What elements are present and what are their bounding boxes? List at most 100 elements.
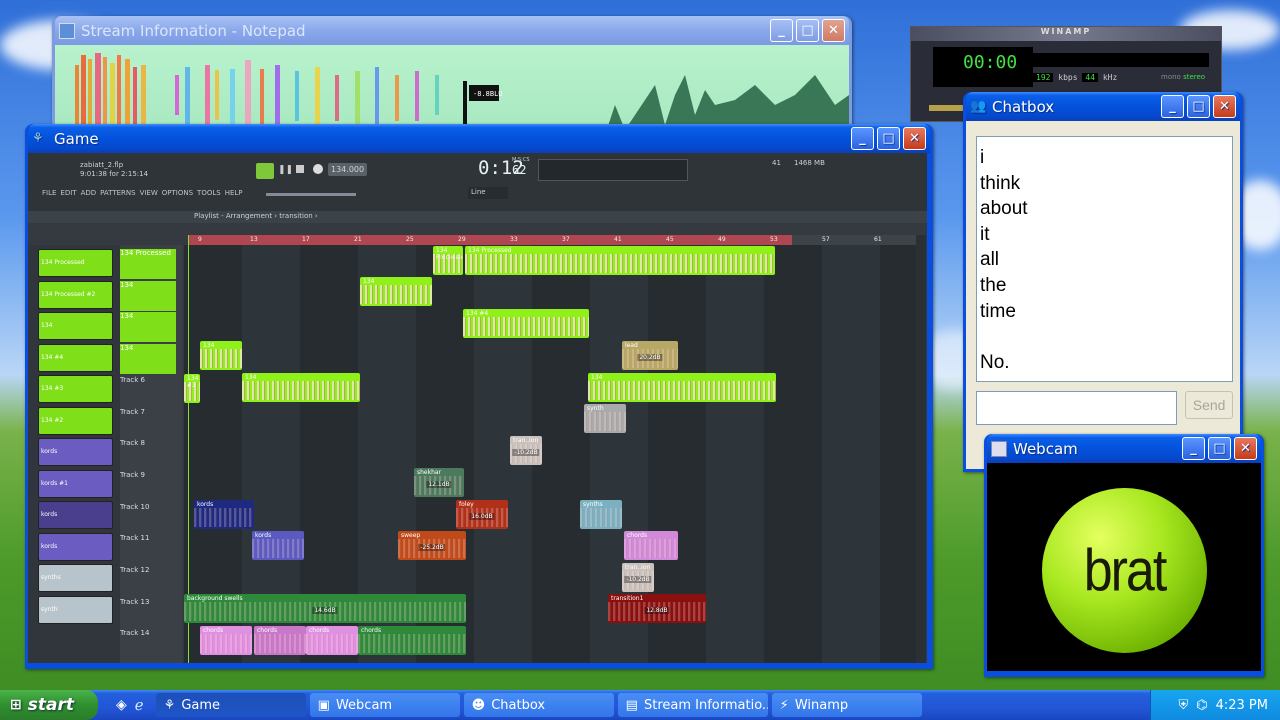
taskbar-button-chatbox[interactable]: ☻ Chatbox <box>463 693 614 717</box>
playlist-clip[interactable]: synth <box>584 404 626 433</box>
start-button[interactable]: ⊞ start <box>0 690 98 720</box>
record-icon[interactable] <box>313 164 323 174</box>
close-button[interactable]: ✕ <box>903 127 926 150</box>
menu-options[interactable]: OPTIONS <box>162 189 193 197</box>
channel-button[interactable]: synth <box>38 595 113 624</box>
playlist-clip[interactable]: transition1 12.8dB <box>608 594 706 623</box>
channel-button[interactable]: kords #1 <box>38 469 113 498</box>
winamp-titlebar[interactable]: WINAMP <box>911 27 1221 41</box>
channel-button[interactable]: 134 #2 <box>38 406 113 435</box>
notepad-titlebar[interactable]: Stream Information - Notepad _ □ ✕ <box>55 16 849 45</box>
minimize-button[interactable]: _ <box>1161 95 1184 118</box>
master-volume-slider[interactable] <box>266 193 356 196</box>
chat-input[interactable] <box>976 391 1178 425</box>
menu-patterns[interactable]: PATTERNS <box>100 189 135 197</box>
track-name[interactable]: Track 8 <box>120 439 180 447</box>
playlist-clip[interactable]: 134 <box>588 373 776 402</box>
channel-button[interactable]: 134 #3 <box>38 375 113 403</box>
channel-button[interactable]: kords <box>38 532 113 561</box>
playlist-clip[interactable]: 134 <box>242 373 360 402</box>
channel-button[interactable]: 134 <box>38 312 113 340</box>
close-button[interactable]: ✕ <box>822 19 845 42</box>
menu-view[interactable]: VIEW <box>140 189 158 197</box>
quicklaunch-desktop-icon[interactable]: ◈ <box>116 697 127 713</box>
snap-select[interactable]: Line <box>468 187 508 199</box>
track-name[interactable]: Track 6 <box>120 376 180 384</box>
quicklaunch-ie-icon[interactable]: ℯ <box>135 696 144 714</box>
menu-file[interactable]: FILE <box>42 189 56 197</box>
minimize-button[interactable]: _ <box>770 19 793 42</box>
playlist-clip[interactable]: 134 #3 <box>184 374 200 403</box>
track-name[interactable]: 134 <box>120 312 176 343</box>
playlist-clip[interactable]: sweep -25.2dB <box>398 531 466 560</box>
channel-button[interactable]: kords <box>38 501 113 529</box>
track-name[interactable]: 134 <box>120 280 176 311</box>
track-name[interactable]: Track 7 <box>120 408 180 416</box>
send-button[interactable]: Send <box>1185 391 1233 419</box>
playlist-clip[interactable]: kords <box>194 500 254 529</box>
vertical-scrollbar[interactable] <box>916 235 926 663</box>
maximize-button[interactable]: □ <box>796 19 819 42</box>
menu-help[interactable]: HELP <box>225 189 243 197</box>
tempo-display[interactable]: 134.000 <box>328 163 368 176</box>
playlist-clip[interactable]: foley 16.0dB <box>456 500 508 529</box>
maximize-button[interactable]: □ <box>1187 95 1210 118</box>
play-button[interactable] <box>256 163 274 179</box>
playlist-clip[interactable]: 134 <box>360 277 432 306</box>
playlist-clip[interactable]: chords <box>624 531 678 560</box>
track-name[interactable]: Track 12 <box>120 566 180 574</box>
pause-icon[interactable]: ❚❚ <box>278 165 293 175</box>
playlist-clip[interactable]: 134 <box>200 341 242 370</box>
minimize-button[interactable]: _ <box>1182 437 1205 460</box>
track-name[interactable]: Track 11 <box>120 534 180 542</box>
channel-button[interactable]: 134 #4 <box>38 343 113 372</box>
track-name[interactable]: 134 Processed <box>120 249 176 279</box>
playlist-clip[interactable]: chords <box>200 626 252 655</box>
channel-button[interactable]: synths <box>38 564 113 592</box>
track-name[interactable]: Track 9 <box>120 471 180 479</box>
game-titlebar[interactable]: ⚘ Game _ □ ✕ <box>28 124 930 153</box>
webcam-titlebar[interactable]: Webcam _ □ ✕ <box>987 434 1261 463</box>
minimize-button[interactable]: _ <box>851 127 874 150</box>
taskbar-button-webcam[interactable]: ▣ Webcam <box>309 693 460 717</box>
channel-button[interactable]: 134 Processed <box>38 249 113 277</box>
game-window[interactable]: ⚘ Game _ □ ✕ zabiatt_2.flp 9:01:38 for 2… <box>25 124 933 669</box>
webcam-window[interactable]: Webcam _ □ ✕ brat <box>984 434 1264 677</box>
track-name[interactable]: Track 13 <box>120 598 180 606</box>
close-button[interactable]: ✕ <box>1234 437 1257 460</box>
playlist-clip[interactable]: 134 Processed <box>433 246 463 275</box>
playlist-breadcrumb[interactable]: Playlist - Arrangement › transition › <box>194 212 318 220</box>
playlist-clip[interactable]: chords <box>254 626 306 655</box>
security-shield-icon[interactable]: ⛨ <box>1178 698 1188 713</box>
chatbox-window[interactable]: 👥 Chatbox _ □ ✕ i think about it all the… <box>963 92 1243 472</box>
playlist-clip[interactable]: chords <box>306 626 358 655</box>
maximize-button[interactable]: □ <box>877 127 900 150</box>
playlist-clip[interactable]: 134 Processed <box>465 246 775 275</box>
network-icon[interactable]: ⌬ <box>1196 698 1207 713</box>
channel-button[interactable]: 134 Processed #2 <box>38 280 113 309</box>
track-name[interactable]: Track 10 <box>120 503 180 511</box>
stop-icon[interactable] <box>296 165 304 173</box>
chatbox-titlebar[interactable]: 👥 Chatbox _ □ ✕ <box>966 92 1240 121</box>
playlist-clip[interactable]: kords <box>252 531 304 560</box>
playlist-clip[interactable]: chords <box>358 626 466 655</box>
daw-workspace[interactable]: zabiatt_2.flp 9:01:38 for 2:15:14 ❚❚ 134… <box>28 153 927 663</box>
menu-tools[interactable]: TOOLS <box>197 189 221 197</box>
taskbar-button-game[interactable]: ⚘ Game <box>155 693 306 717</box>
playlist-clip[interactable]: synths <box>580 500 622 529</box>
menu-add[interactable]: ADD <box>81 189 97 197</box>
taskbar-button-notepad[interactable]: ▤ Stream Informatio... <box>617 693 768 717</box>
close-button[interactable]: ✕ <box>1213 95 1236 118</box>
menu-edit[interactable]: EDIT <box>60 189 76 197</box>
playlist-clip[interactable]: tran..ion -10.2dB <box>510 436 542 465</box>
playlist-clip[interactable]: tran..ion -10.2dB <box>622 563 654 592</box>
track-name[interactable]: Track 14 <box>120 629 180 637</box>
playlist-clip[interactable]: background swells 14.6dB <box>184 594 466 623</box>
playlist-clip[interactable]: lead 20.2dB <box>622 341 678 370</box>
track-name[interactable]: 134 <box>120 344 176 375</box>
channel-button[interactable]: kords <box>38 438 113 466</box>
playlist-clip[interactable]: 134 #4 <box>463 309 589 338</box>
maximize-button[interactable]: □ <box>1208 437 1231 460</box>
taskbar-button-winamp[interactable]: ⚡ Winamp <box>771 693 922 717</box>
playlist-clip[interactable]: shekhar 12.1dB <box>414 468 464 497</box>
